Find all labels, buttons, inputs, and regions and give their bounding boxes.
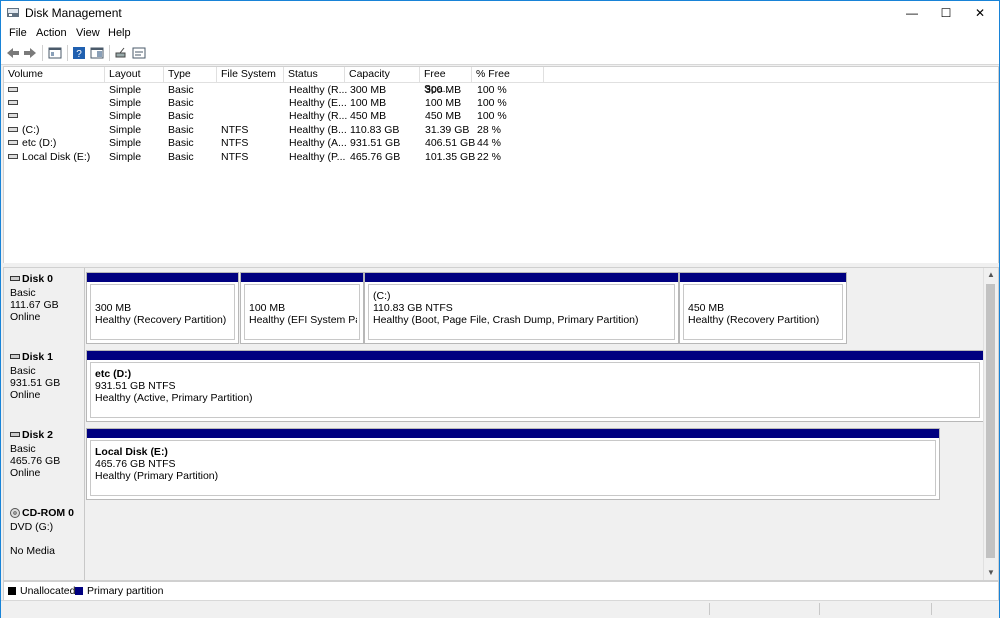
forward-icon[interactable] bbox=[23, 46, 37, 60]
vertical-scrollbar[interactable]: ▲ ▼ bbox=[983, 268, 998, 580]
show-hide-icon[interactable] bbox=[90, 46, 104, 60]
menu-view[interactable]: View bbox=[76, 27, 100, 39]
primary-partition-bar bbox=[87, 273, 238, 282]
toolbar-separator bbox=[109, 45, 110, 61]
menu-help[interactable]: Help bbox=[108, 27, 131, 39]
partition-block[interactable]: etc (D:) 931.51 GB NTFS Healthy (Active,… bbox=[86, 350, 984, 422]
col-file-system[interactable]: File System bbox=[217, 67, 284, 82]
partition-block[interactable]: 450 MB Healthy (Recovery Partition) bbox=[679, 272, 847, 344]
volume-drive-icon bbox=[8, 140, 18, 145]
primary-partition-swatch bbox=[75, 587, 83, 595]
window-title: Disk Management bbox=[25, 6, 122, 20]
primary-partition-bar bbox=[87, 429, 939, 438]
disk-management-app-icon bbox=[7, 8, 19, 17]
col-type[interactable]: Type bbox=[164, 67, 217, 82]
help-icon[interactable]: ? bbox=[72, 46, 86, 60]
scroll-thumb[interactable] bbox=[986, 284, 995, 558]
disk-row: Disk 2 Basic 465.76 GB Online Local Disk… bbox=[4, 424, 984, 503]
volume-drive-icon bbox=[8, 113, 18, 118]
menu-file[interactable]: File bbox=[9, 27, 27, 39]
partition-block[interactable]: 300 MB Healthy (Recovery Partition) bbox=[86, 272, 239, 344]
scroll-down-icon[interactable]: ▼ bbox=[984, 566, 998, 580]
close-button[interactable]: ✕ bbox=[963, 1, 997, 25]
col-capacity[interactable]: Capacity bbox=[345, 67, 420, 82]
disk-row: CD-ROM 0 DVD (G:) No Media bbox=[4, 502, 984, 580]
disk-graphical-view: Disk 0 Basic 111.67 GB Online 300 MB Hea… bbox=[3, 267, 999, 581]
col-percent-free[interactable]: % Free bbox=[472, 67, 544, 82]
legend-unallocated: Unallocated bbox=[20, 585, 76, 597]
properties-icon[interactable] bbox=[48, 46, 62, 60]
maximize-button[interactable]: ☐ bbox=[929, 1, 963, 25]
primary-partition-bar bbox=[680, 273, 846, 282]
toolbar: ? bbox=[1, 42, 999, 65]
volume-drive-icon bbox=[8, 100, 18, 105]
disk-row: Disk 1 Basic 931.51 GB Online etc (D:) 9… bbox=[4, 346, 984, 425]
disk-label[interactable]: Disk 0 Basic 111.67 GB Online bbox=[4, 268, 85, 347]
disk-row: Disk 0 Basic 111.67 GB Online 300 MB Hea… bbox=[4, 268, 984, 347]
disk-management-window: Disk Management — ☐ ✕ File Action View H… bbox=[0, 0, 1000, 618]
partition-block[interactable]: Local Disk (E:) 465.76 GB NTFS Healthy (… bbox=[86, 428, 940, 500]
disk-icon bbox=[10, 354, 20, 359]
menu-action[interactable]: Action bbox=[36, 27, 67, 39]
scroll-up-icon[interactable]: ▲ bbox=[984, 268, 998, 282]
table-row[interactable]: (C:) Simple Basic NTFS Healthy (B... 110… bbox=[4, 124, 998, 137]
status-segment bbox=[931, 603, 932, 615]
cd-rom-icon bbox=[10, 508, 20, 518]
col-free-space[interactable]: Free Spa... bbox=[420, 67, 472, 95]
volume-drive-icon bbox=[8, 154, 18, 159]
svg-text:?: ? bbox=[76, 49, 82, 60]
status-bar bbox=[1, 600, 999, 618]
unallocated-swatch bbox=[8, 587, 16, 595]
table-row[interactable]: Simple Basic Healthy (R... 300 MB 300 MB… bbox=[4, 84, 998, 97]
status-segment bbox=[709, 603, 710, 615]
primary-partition-bar bbox=[87, 351, 983, 360]
disk-icon bbox=[10, 432, 20, 437]
title-bar: Disk Management — ☐ ✕ bbox=[1, 1, 999, 25]
col-layout[interactable]: Layout bbox=[105, 67, 164, 82]
legend-primary-partition: Primary partition bbox=[87, 585, 164, 597]
legend: Unallocated Primary partition bbox=[3, 581, 999, 601]
volume-drive-icon bbox=[8, 127, 18, 132]
table-row[interactable]: Local Disk (E:) Simple Basic NTFS Health… bbox=[4, 151, 998, 164]
status-segment bbox=[819, 603, 820, 615]
volume-drive-icon bbox=[8, 87, 18, 92]
connect-icon[interactable] bbox=[114, 46, 128, 60]
console-icon[interactable] bbox=[132, 46, 146, 60]
table-row[interactable]: Simple Basic Healthy (R... 450 MB 450 MB… bbox=[4, 110, 998, 123]
disk-icon bbox=[10, 276, 20, 281]
toolbar-separator bbox=[67, 45, 68, 61]
minimize-button[interactable]: — bbox=[895, 1, 929, 25]
disk-label[interactable]: Disk 2 Basic 465.76 GB Online bbox=[4, 424, 85, 503]
disk-label[interactable]: Disk 1 Basic 931.51 GB Online bbox=[4, 346, 85, 425]
partition-block[interactable]: (C:) 110.83 GB NTFS Healthy (Boot, Page … bbox=[364, 272, 679, 344]
primary-partition-bar bbox=[365, 273, 678, 282]
disk-label[interactable]: CD-ROM 0 DVD (G:) No Media bbox=[4, 502, 85, 580]
back-icon[interactable] bbox=[6, 46, 20, 60]
toolbar-separator bbox=[42, 45, 43, 61]
menu-bar: File Action View Help bbox=[1, 25, 999, 42]
col-volume[interactable]: Volume bbox=[4, 67, 105, 82]
table-row[interactable]: Simple Basic Healthy (E... 100 MB 100 MB… bbox=[4, 97, 998, 110]
table-row[interactable]: etc (D:) Simple Basic NTFS Healthy (A...… bbox=[4, 137, 998, 150]
partition-block[interactable]: 100 MB Healthy (EFI System Partitic bbox=[240, 272, 364, 344]
col-status[interactable]: Status bbox=[284, 67, 345, 82]
primary-partition-bar bbox=[241, 273, 363, 282]
column-headers: Volume Layout Type File System Status Ca… bbox=[4, 67, 998, 95]
volume-list: Volume Layout Type File System Status Ca… bbox=[3, 66, 999, 264]
